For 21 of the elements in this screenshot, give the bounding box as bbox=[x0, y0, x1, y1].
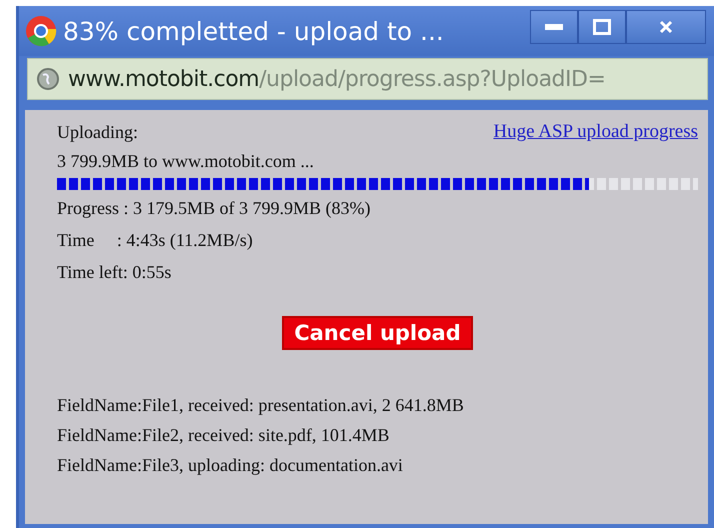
file-status-text: FieldName:File1, received: presentation.avi, 2 641.8MB bbox=[57, 394, 465, 417]
minimize-button[interactable] bbox=[530, 10, 578, 44]
globe-icon bbox=[36, 67, 60, 91]
address-bar[interactable]: www.motobit.com/upload/progress.asp?UploadID= bbox=[27, 58, 708, 100]
file-status-text: FieldName:File2, received: site.pdf, 101.4MB bbox=[57, 424, 390, 447]
uploading-label: Uploading: bbox=[57, 122, 138, 142]
browser-logo-icon bbox=[25, 15, 57, 47]
close-icon bbox=[659, 20, 673, 34]
maximize-icon bbox=[593, 19, 611, 35]
stat-text: Time left: 0:55s bbox=[57, 261, 172, 284]
maximize-button[interactable] bbox=[578, 10, 626, 44]
close-button[interactable] bbox=[626, 10, 706, 44]
minimize-icon bbox=[545, 24, 563, 30]
file-status-text: FieldName:File3, uploading: documentation.avi bbox=[57, 454, 404, 477]
upload-target-text: 3 799.9MB to www.motobit.com ... bbox=[57, 150, 315, 173]
cancel-upload-button[interactable]: Cancel upload bbox=[282, 316, 473, 350]
stat-text: Progress : 3 179.5MB of 3 799.9MB (83%) bbox=[57, 197, 372, 220]
upload-progress-link[interactable]: Huge ASP upload progress bbox=[493, 121, 698, 143]
stat-text: Time : 4:43s (11.2MB/s) bbox=[57, 229, 254, 252]
url-text: www.motobit.com/upload/progress.asp?UploadID= bbox=[68, 66, 606, 92]
window-title: 83% completted - upload to ... bbox=[63, 16, 445, 46]
